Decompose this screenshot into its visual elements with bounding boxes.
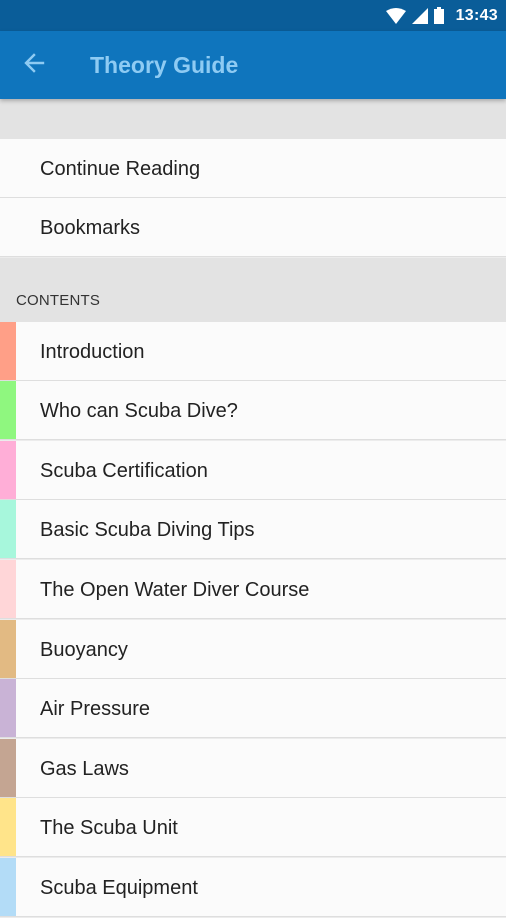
color-tab bbox=[0, 381, 16, 439]
color-tab bbox=[0, 441, 16, 499]
color-tab bbox=[0, 322, 16, 380]
page-title: Theory Guide bbox=[90, 52, 239, 78]
contents-item-label: Buoyancy bbox=[40, 639, 128, 661]
contents-item-buoyancy[interactable]: Buoyancy bbox=[0, 620, 506, 679]
contents-item-label: Air Pressure bbox=[40, 698, 151, 720]
continue-reading-item[interactable]: Continue Reading bbox=[0, 139, 506, 198]
status-bar: 13:43 bbox=[0, 0, 506, 31]
contents-item-label: Introduction bbox=[40, 341, 145, 363]
bookmarks-label: Bookmarks bbox=[40, 217, 141, 239]
contents-item-scuba-unit[interactable]: The Scuba Unit bbox=[0, 798, 506, 857]
back-button[interactable] bbox=[14, 45, 54, 85]
contents-item-label: Who can Scuba Dive? bbox=[40, 400, 238, 422]
contents-item-gas-laws[interactable]: Gas Laws bbox=[0, 739, 506, 798]
contents-item-label: Basic Scuba Diving Tips bbox=[40, 519, 255, 541]
bookmarks-item[interactable]: Bookmarks bbox=[0, 198, 506, 257]
color-tab bbox=[0, 739, 16, 797]
status-icons: 13:43 bbox=[385, 0, 498, 31]
contents-item-label: The Scuba Unit bbox=[40, 817, 178, 839]
contents-item-basic-scuba-diving-tips[interactable]: Basic Scuba Diving Tips bbox=[0, 500, 506, 559]
color-tab bbox=[0, 620, 16, 678]
color-tab bbox=[0, 798, 16, 856]
arrow-back-icon bbox=[23, 52, 45, 79]
contents-item-who-can-scuba-dive[interactable]: Who can Scuba Dive? bbox=[0, 381, 506, 440]
contents-item-scuba-certification[interactable]: Scuba Certification bbox=[0, 441, 506, 500]
contents-item-open-water-diver-course[interactable]: The Open Water Diver Course bbox=[0, 560, 506, 619]
color-tab bbox=[0, 679, 16, 737]
contents-item-label: The Open Water Diver Course bbox=[40, 579, 310, 601]
signal-icon bbox=[411, 7, 428, 24]
contents-item-air-pressure[interactable]: Air Pressure bbox=[0, 679, 506, 738]
contents-item-label: Scuba Equipment bbox=[40, 877, 198, 899]
color-tab bbox=[0, 858, 16, 916]
contents-header-label: CONTENTS bbox=[16, 292, 101, 309]
battery-icon bbox=[433, 7, 444, 24]
contents-item-introduction[interactable]: Introduction bbox=[0, 322, 506, 381]
contents-item-scuba-equipment[interactable]: Scuba Equipment bbox=[0, 858, 506, 917]
contents-item-label: Gas Laws bbox=[40, 758, 129, 780]
status-time: 13:43 bbox=[455, 6, 498, 24]
color-tab bbox=[0, 560, 16, 618]
continue-reading-label: Continue Reading bbox=[40, 158, 201, 180]
contents-section-header: CONTENTS bbox=[0, 258, 506, 322]
color-tab bbox=[0, 500, 16, 558]
app-bar: Theory Guide bbox=[0, 31, 506, 99]
top-spacer bbox=[0, 99, 506, 139]
contents-item-label: Scuba Certification bbox=[40, 460, 208, 482]
wifi-icon bbox=[385, 7, 406, 24]
